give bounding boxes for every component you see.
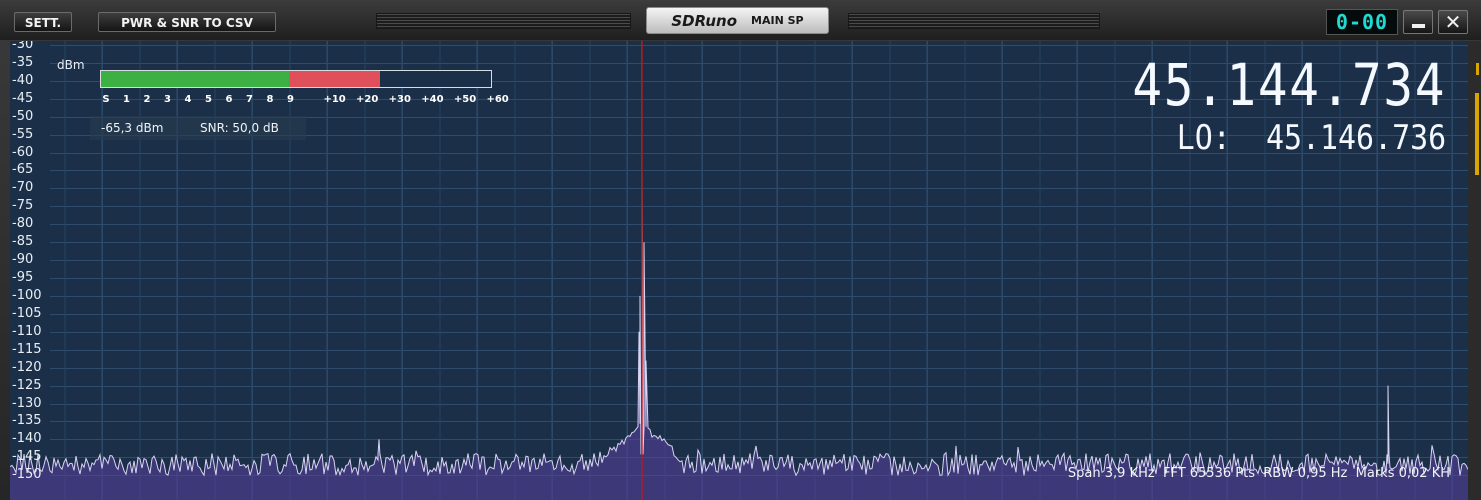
panel-name: MAIN SP xyxy=(751,14,804,27)
s-meter-scale-label: 5 xyxy=(205,94,212,105)
title-bar: SETT. PWR & SNR TO CSV SDRuno MAIN SP 0-… xyxy=(0,0,1481,40)
minimize-icon xyxy=(1412,24,1425,28)
s-meter-scale-label: +10 xyxy=(323,94,346,105)
s-meter-scale-label: +50 xyxy=(453,94,477,105)
y-tick-label: -75 xyxy=(12,198,34,214)
y-tick-label: -40 xyxy=(12,72,34,88)
settings-button[interactable]: SETT. xyxy=(14,12,72,32)
s-meter-scale-label: 7 xyxy=(246,94,253,105)
y-unit-label: dBm xyxy=(57,58,85,72)
y-axis: -30 -35 -40 -45 -50 -55 -60 -65 -70 -75 -80 -85 -90 -… xyxy=(10,41,50,500)
y-tick-label: -50 xyxy=(12,108,34,124)
close-icon: ✕ xyxy=(1444,10,1462,34)
s-meter-scale-label: +60 xyxy=(486,94,509,105)
s-meter-scale-label: S xyxy=(102,94,110,105)
s-meter-scale-label: +20 xyxy=(356,94,379,105)
y-tick-label: -95 xyxy=(12,270,34,286)
s-meter-scale-label: 1 xyxy=(123,94,130,105)
y-tick-label: -115 xyxy=(12,341,42,357)
minimize-button[interactable] xyxy=(1403,10,1433,34)
snr-readout: SNR: 50,0 dB xyxy=(200,121,279,135)
span-readout: Span 3,9 KHz xyxy=(1067,466,1155,481)
s-meter-scale-label: +30 xyxy=(388,94,411,105)
y-tick-label: -135 xyxy=(12,413,42,429)
y-tick-label: -125 xyxy=(12,377,42,393)
y-tick-label: -35 xyxy=(12,54,34,70)
y-tick-label: -65 xyxy=(12,162,34,178)
y-tick-label: -90 xyxy=(12,252,34,268)
lo-frequency-value: 45.146.736 xyxy=(1265,118,1446,158)
y-tick-label: -45 xyxy=(12,90,34,106)
y-tick-label: -130 xyxy=(12,395,42,411)
y-tick-label: -30 xyxy=(12,41,34,52)
power-readout: -65,3 dBm xyxy=(101,121,164,135)
close-button[interactable]: ✕ xyxy=(1438,10,1468,34)
y-tick-label: -120 xyxy=(12,359,42,375)
y-tick-label: -85 xyxy=(12,234,34,250)
y-tick-label: -60 xyxy=(12,144,34,160)
main-spectrum-window: SETT. PWR & SNR TO CSV SDRuno MAIN SP 0-… xyxy=(0,0,1481,500)
s-meter-bar xyxy=(100,70,492,88)
lo-label: LO: xyxy=(1176,118,1231,158)
s-meter-scale-label: 8 xyxy=(266,94,274,105)
y-tick-label: -105 xyxy=(12,305,42,321)
s-meter-green-fill xyxy=(101,71,290,87)
y-tick-label: -150 xyxy=(12,467,42,483)
spectrum-status-line: Span 3,9 KHz FFT 65536 Pts RBW 0,95 Hz M… xyxy=(1068,466,1450,481)
y-tick-label: -110 xyxy=(12,323,42,339)
s-meter-red-fill xyxy=(289,71,380,87)
s-meter-scale-label: 6 xyxy=(225,94,233,105)
y-tick-label: -80 xyxy=(12,216,34,232)
window-title-tab[interactable]: SDRuno MAIN SP xyxy=(646,7,829,34)
y-tick-label: -145 xyxy=(12,449,42,465)
sdruno-logo: SDRuno xyxy=(671,11,738,30)
rbw-readout: RBW 0,95 Hz xyxy=(1263,466,1348,481)
clock-display: 0-00 xyxy=(1326,9,1398,35)
y-tick-label: -55 xyxy=(12,126,34,142)
y-tick-label: -140 xyxy=(12,431,42,447)
s-meter-scale-label: 9 xyxy=(287,94,294,105)
spectrum-display[interactable]: -30 -35 -40 -45 -50 -55 -60 -65 -70 -75 -80 -85 -90 -… xyxy=(10,41,1468,500)
s-meter-scale-label: 3 xyxy=(164,94,171,105)
drag-grip-left[interactable] xyxy=(376,13,631,29)
vfo-frequency-display[interactable]: 45.144.734 xyxy=(1132,55,1446,115)
s-meter-scale-label: +40 xyxy=(421,94,444,105)
export-pwr-snr-csv-button[interactable]: PWR & SNR TO CSV xyxy=(98,12,276,32)
edge-accent xyxy=(1475,93,1479,175)
y-tick-label: -100 xyxy=(12,287,42,303)
s-meter-scale: S 1 2 3 4 5 6 7 8 9 +10 +20 +30 +40 +50 +60 xyxy=(100,94,508,108)
lo-frequency-row[interactable]: LO: 45.146.736 xyxy=(1177,119,1446,157)
y-tick-label: -70 xyxy=(12,180,34,196)
fft-readout: FFT 65536 Pts xyxy=(1162,466,1255,481)
s-meter-scale-label: 4 xyxy=(184,94,192,105)
signal-readout: -65,3 dBm SNR: 50,0 dB xyxy=(90,116,306,140)
s-meter-scale-label: 2 xyxy=(143,94,151,105)
marks-readout: Marks 0,02 KH xyxy=(1355,466,1450,481)
right-edge-strip xyxy=(1468,41,1481,500)
drag-grip-right[interactable] xyxy=(848,13,1100,29)
edge-accent xyxy=(1476,63,1479,75)
